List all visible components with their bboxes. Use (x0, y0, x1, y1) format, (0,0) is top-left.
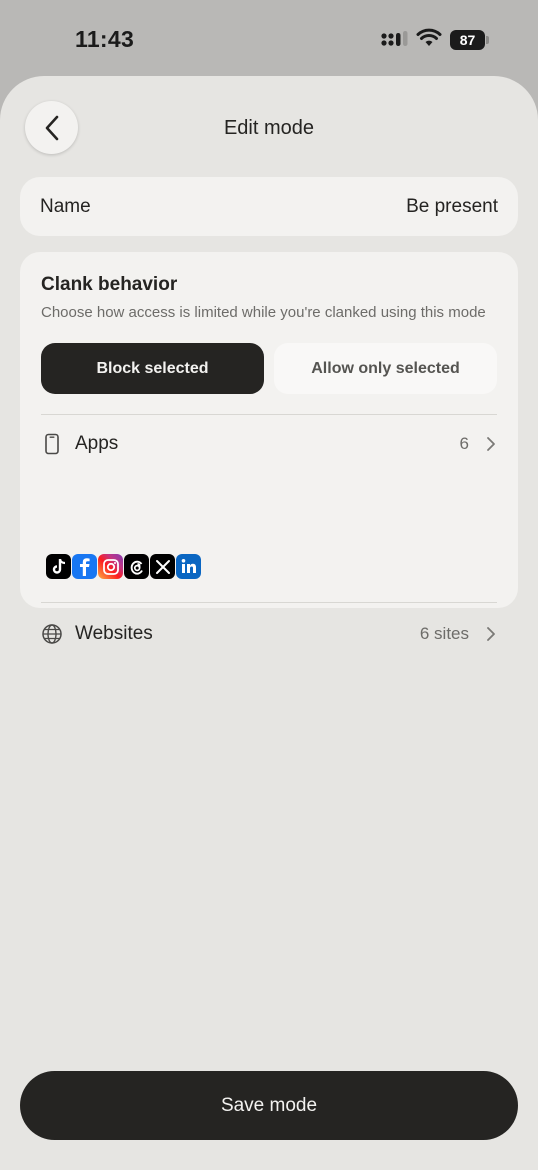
x-icon (150, 554, 175, 579)
tiktok-icon (46, 554, 71, 579)
signal-icon (381, 31, 408, 46)
status-bar: 11:43 87 (0, 0, 538, 76)
behavior-title: Clank behavior (41, 274, 178, 295)
instagram-icon (98, 554, 123, 579)
status-time: 11:43 (75, 26, 135, 52)
behavior-card: Clank behavior Choose how access is limi… (20, 252, 518, 644)
threads-icon (124, 554, 149, 579)
name-value[interactable]: Be present (406, 196, 498, 218)
page-title: Edit mode (223, 117, 315, 139)
block-selected-option[interactable]: Block selected (41, 343, 264, 394)
wifi-icon (416, 28, 442, 46)
divider (41, 414, 497, 415)
websites-count: 6 sites (419, 624, 469, 643)
apps-count: 6 (459, 434, 469, 453)
allow-only-selected-option[interactable]: Allow only selected (274, 343, 497, 394)
edit-mode-sheet: Edit mode Name Be present Clank behavior… (0, 76, 538, 1170)
websites-label: Websites (75, 623, 153, 644)
name-field[interactable]: Name Be present (20, 177, 518, 236)
facebook-icon (72, 554, 97, 579)
save-mode-button[interactable]: Save mode (20, 1071, 518, 1140)
name-label: Name (40, 196, 91, 217)
chevron-right-icon (487, 437, 495, 451)
linkedin-icon (176, 554, 201, 579)
apps-label: Apps (75, 433, 119, 454)
divider (41, 602, 497, 603)
globe-icon (42, 624, 62, 644)
websites-row[interactable]: Websites 6 sites (41, 612, 497, 656)
behavior-subtitle: Choose how access is limited while you'r… (41, 304, 486, 321)
apps-row[interactable]: Apps 6 (41, 422, 497, 466)
chevron-right-icon (487, 627, 495, 641)
phone-icon (45, 433, 59, 455)
selected-app-icons (46, 554, 202, 580)
battery-level: 87 (450, 30, 485, 50)
battery-icon: 87 (450, 30, 490, 50)
